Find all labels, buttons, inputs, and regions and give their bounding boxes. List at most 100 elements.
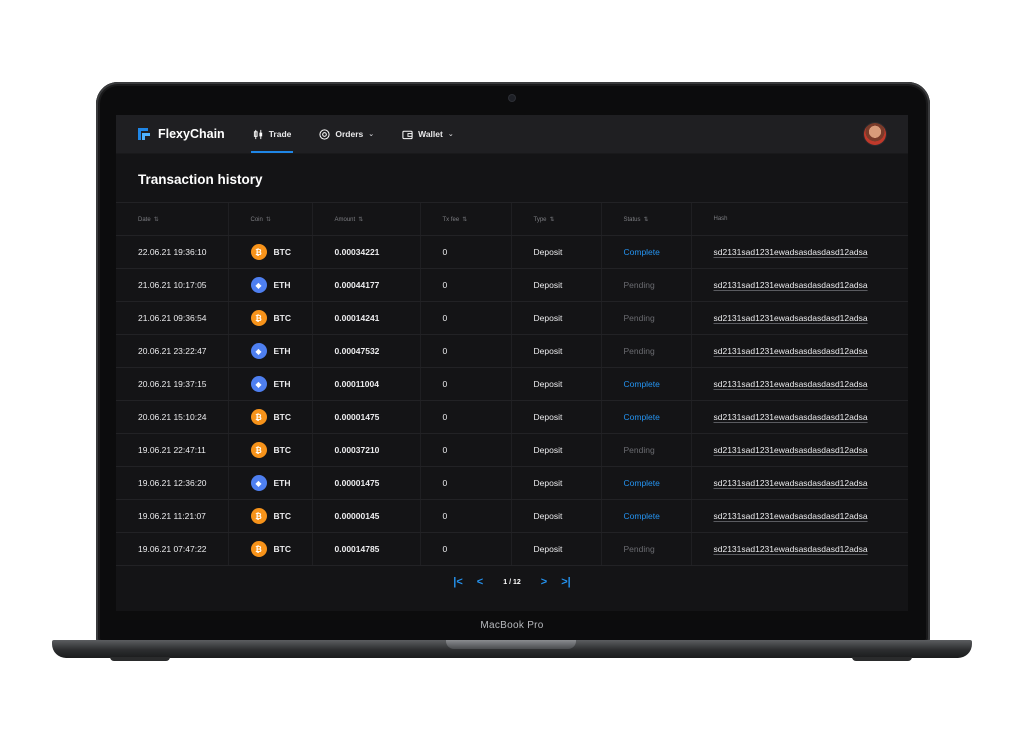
sort-icon: ⇅ [153, 216, 159, 223]
table-row[interactable]: 19.06.21 22:47:11 ₿ BTC 0.00037210 0 Deposit P… [116, 433, 908, 467]
sort-icon: ⇅ [643, 216, 649, 223]
bitcoin-icon: ₿ [250, 409, 267, 425]
table-row[interactable]: 20.06.21 19:37:15 ◆ ETH 0.00011004 0 Deposit C… [116, 367, 908, 401]
table-row[interactable]: 20.06.21 15:10:24 ₿ BTC 0.00001475 0 Deposit C… [116, 400, 908, 434]
cell-tx-fee: 0 [419, 268, 511, 302]
column-header-tx-fee[interactable]: Tx fee ⇅ [419, 202, 511, 236]
hash-link[interactable]: sd2131sad1231ewadsasdasdasd12adsa [714, 379, 868, 389]
cell-date: 22.06.21 19:36:10 [116, 235, 228, 269]
cell-date: 19.06.21 22:47:11 [116, 433, 228, 467]
hash-link[interactable]: sd2131sad1231ewadsasdasdasd12adsa [714, 280, 868, 290]
cell-type: Deposit [510, 268, 601, 302]
sort-icon: ⇅ [462, 216, 468, 223]
table-row[interactable]: 19.06.21 12:36:20 ◆ ETH 0.00001475 0 Deposit C… [116, 466, 908, 500]
cell-amount: 0.00044177 [311, 268, 420, 302]
nav-trade[interactable]: Trade [250, 115, 294, 153]
cell-type: Deposit [510, 499, 601, 533]
column-header-amount[interactable]: Amount ⇅ [311, 202, 420, 236]
ethereum-icon: ◆ [250, 277, 267, 293]
nav-orders[interactable]: Orders ⌄ [317, 115, 376, 153]
table-row[interactable]: 19.06.21 07:47:22 ₿ BTC 0.00014785 0 Deposit P… [116, 532, 908, 566]
cell-type: Deposit [510, 334, 601, 368]
hash-link[interactable]: sd2131sad1231ewadsasdasdasd12adsa [714, 445, 868, 455]
cell-hash: sd2131sad1231ewadsasdasdasd12adsa [690, 367, 908, 401]
hash-link[interactable]: sd2131sad1231ewadsasdasdasd12adsa [714, 511, 868, 521]
table-row[interactable]: 21.06.21 10:17:05 ◆ ETH 0.00044177 0 Deposit P… [116, 268, 908, 302]
coin-badge: ₿ BTC [250, 310, 312, 326]
cell-coin: ₿ BTC [227, 499, 312, 533]
laptop-lid: FlexyChain Trade Orders ⌄ Wallet ⌄ Trans… [96, 82, 930, 644]
cell-status: Pending [600, 268, 691, 302]
cell-tx-fee: 0 [419, 532, 511, 566]
laptop-model-label: MacBook Pro [480, 619, 544, 631]
cell-amount: 0.00034221 [311, 235, 420, 269]
cell-status: Complete [600, 235, 691, 269]
cell-status: Complete [600, 466, 691, 500]
hash-link[interactable]: sd2131sad1231ewadsasdasdasd12adsa [714, 346, 868, 356]
laptop-foot [852, 657, 912, 661]
cell-status: Pending [600, 433, 691, 467]
hash-link[interactable]: sd2131sad1231ewadsasdasdasd12adsa [714, 247, 868, 257]
cell-tx-fee: 0 [419, 334, 511, 368]
nav-wallet[interactable]: Wallet ⌄ [400, 115, 456, 153]
cell-amount: 0.00000145 [311, 499, 420, 533]
last-page-button[interactable]: >| [561, 576, 571, 588]
cell-date: 20.06.21 23:22:47 [116, 334, 228, 368]
hash-link[interactable]: sd2131sad1231ewadsasdasdasd12adsa [714, 412, 868, 422]
coin-badge: ◆ ETH [250, 475, 312, 491]
cell-amount: 0.00001475 [311, 466, 420, 500]
prev-page-button[interactable]: < [477, 576, 483, 588]
hash-link[interactable]: sd2131sad1231ewadsasdasdasd12adsa [714, 544, 868, 554]
user-avatar[interactable] [864, 123, 886, 145]
cell-tx-fee: 0 [419, 499, 511, 533]
column-header-date[interactable]: Date ⇅ [116, 202, 228, 236]
cell-date: 19.06.21 11:21:07 [116, 499, 228, 533]
table-row[interactable]: 20.06.21 23:22:47 ◆ ETH 0.00047532 0 Deposit P… [116, 334, 908, 368]
cell-tx-fee: 0 [419, 301, 511, 335]
bitcoin-icon: ₿ [250, 442, 267, 458]
hash-link[interactable]: sd2131sad1231ewadsasdasdasd12adsa [714, 478, 868, 488]
cell-type: Deposit [510, 301, 601, 335]
column-header-coin[interactable]: Coin ⇅ [227, 202, 312, 236]
chevron-down-icon: ⌄ [447, 131, 454, 138]
table-row[interactable]: 19.06.21 11:21:07 ₿ BTC 0.00000145 0 Deposit C… [116, 499, 908, 533]
next-page-button[interactable]: > [541, 576, 547, 588]
bitcoin-icon: ₿ [250, 508, 267, 524]
table-body: 22.06.21 19:36:10 ₿ BTC 0.00034221 0 Deposit C… [116, 235, 908, 566]
first-page-button[interactable]: |< [453, 576, 463, 588]
coin-symbol: BTC [273, 445, 291, 455]
cell-amount: 0.00011004 [311, 367, 420, 401]
cell-hash: sd2131sad1231ewadsasdasdasd12adsa [690, 235, 908, 269]
column-header-status[interactable]: Status ⇅ [600, 202, 691, 236]
brand[interactable]: FlexyChain [136, 126, 225, 142]
column-label: Tx fee [442, 216, 460, 223]
cell-hash: sd2131sad1231ewadsasdasdasd12adsa [690, 334, 908, 368]
table-row[interactable]: 22.06.21 19:36:10 ₿ BTC 0.00034221 0 Deposit C… [116, 235, 908, 269]
table-row[interactable]: 21.06.21 09:36:54 ₿ BTC 0.00014241 0 Deposit P… [116, 301, 908, 335]
cell-status: Complete [600, 400, 691, 434]
cell-coin: ◆ ETH [227, 268, 312, 302]
cell-tx-fee: 0 [419, 466, 511, 500]
cell-type: Deposit [510, 235, 601, 269]
coin-symbol: ETH [273, 346, 291, 356]
ethereum-icon: ◆ [250, 475, 267, 491]
cell-coin: ₿ BTC [227, 235, 312, 269]
target-circle-icon [319, 128, 330, 140]
cell-coin: ₿ BTC [227, 433, 312, 467]
ethereum-icon: ◆ [250, 343, 267, 359]
cell-status: Complete [600, 367, 691, 401]
cell-date: 19.06.21 12:36:20 [116, 466, 228, 500]
column-header-type[interactable]: Type ⇅ [510, 202, 601, 236]
hash-link[interactable]: sd2131sad1231ewadsasdasdasd12adsa [714, 313, 868, 323]
cell-type: Deposit [510, 400, 601, 434]
cell-date: 20.06.21 19:37:15 [116, 367, 228, 401]
coin-symbol: BTC [273, 313, 291, 323]
page-indicator: 1 / 12 [503, 578, 521, 586]
cell-date: 20.06.21 15:10:24 [116, 400, 228, 434]
transactions-table: Date ⇅ Coin ⇅ Amount ⇅ Tx fee ⇅ Type ⇅ Status… [116, 202, 908, 566]
cell-coin: ◆ ETH [227, 466, 312, 500]
cell-hash: sd2131sad1231ewadsasdasdasd12adsa [690, 466, 908, 500]
coin-badge: ₿ BTC [250, 541, 312, 557]
cell-tx-fee: 0 [419, 400, 511, 434]
column-label: Status [623, 216, 641, 223]
